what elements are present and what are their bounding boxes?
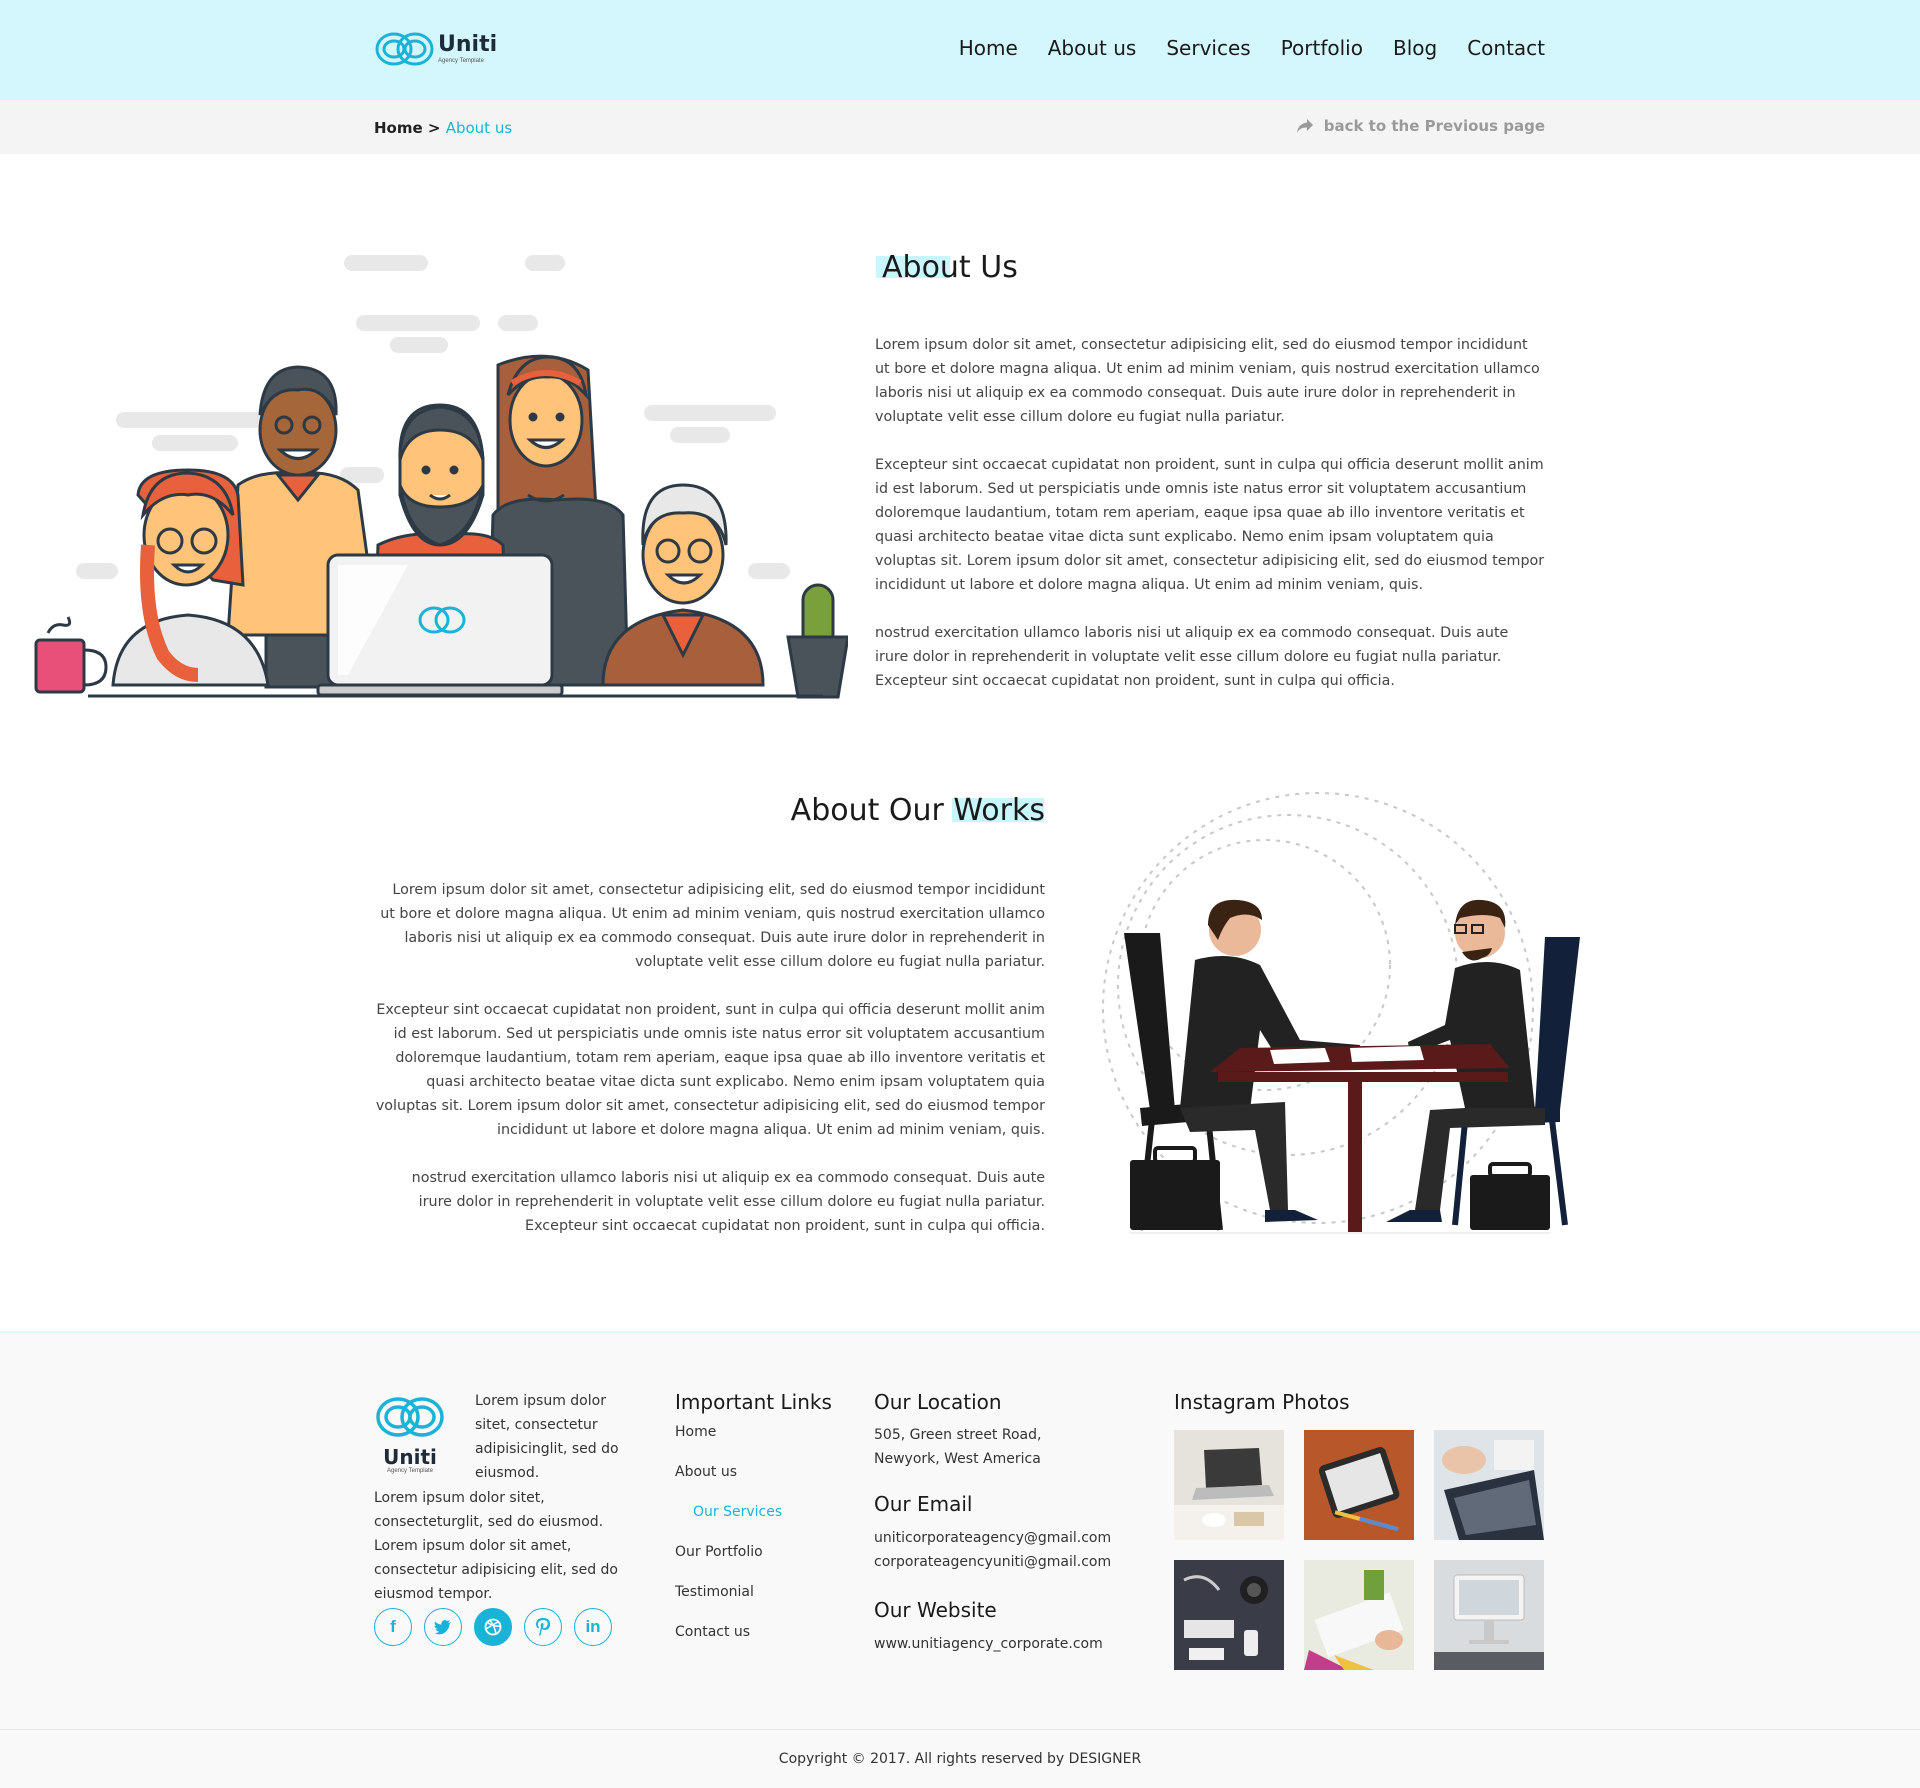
brand-tagline: Agency Template <box>438 58 484 64</box>
footer-link-home[interactable]: Home <box>675 1424 716 1440</box>
back-link[interactable]: back to the Previous page <box>1296 117 1545 135</box>
main-nav: Home About us Services Portfolio Blog Co… <box>929 36 1545 60</box>
instagram-photo[interactable] <box>1174 1560 1284 1670</box>
footer-link-about[interactable]: About us <box>675 1464 737 1480</box>
team-illustration <box>34 255 848 699</box>
pinterest-icon[interactable] <box>524 1608 562 1646</box>
copyright: Copyright © 2017. All rights reserved by… <box>0 1729 1920 1788</box>
footer-link-services[interactable]: Our Services <box>693 1504 782 1520</box>
location-text: 505, Green street Road, Newyork, West Am… <box>874 1427 1042 1467</box>
breadcrumb-current: About us <box>445 119 513 137</box>
instagram-photo[interactable] <box>1434 1560 1544 1670</box>
nav-portfolio[interactable]: Portfolio <box>1281 36 1363 60</box>
twitter-icon[interactable] <box>424 1608 462 1646</box>
nav-contact[interactable]: Contact <box>1467 36 1545 60</box>
linkedin-icon[interactable]: in <box>574 1608 612 1646</box>
instagram-photo[interactable] <box>1434 1430 1544 1540</box>
email-list: uniticorporateagency@gmail.com corporate… <box>874 1526 1134 1574</box>
share-arrow-icon <box>1296 119 1313 133</box>
footer-about-long: Lorem ipsum dolor sitet, consecteturglit… <box>374 1490 619 1602</box>
about-paragraph: Excepteur sint occaecat cupidatat non pr… <box>875 457 1545 593</box>
footer-about-short: Lorem ipsum dolor sitet, consectetur adi… <box>475 1393 619 1481</box>
social-links: f in <box>374 1608 624 1646</box>
email-link[interactable]: uniticorporateagency@gmail.com <box>874 1530 1111 1546</box>
about-paragraph: nostrud exercitation ullamco laboris nis… <box>875 625 1509 689</box>
uniti-logo-icon <box>376 1397 444 1437</box>
breadcrumb: Home > About us <box>374 119 512 137</box>
about-title: About Us <box>882 250 1018 285</box>
email-title: Our Email <box>874 1492 973 1516</box>
instagram-photo[interactable] <box>1304 1430 1414 1540</box>
breadcrumb-separator: > <box>427 119 441 137</box>
nav-services[interactable]: Services <box>1166 36 1250 60</box>
works-paragraph: nostrud exercitation ullamco laboris nis… <box>411 1170 1045 1234</box>
instagram-photo[interactable] <box>1174 1430 1284 1540</box>
works-title: About Our Works <box>790 793 1045 828</box>
works-paragraph: Lorem ipsum dolor sit amet, consectetur … <box>380 882 1045 970</box>
facebook-icon[interactable]: f <box>374 1608 412 1646</box>
nav-about[interactable]: About us <box>1048 36 1137 60</box>
footer-link-contact[interactable]: Contact us <box>675 1624 750 1640</box>
website-link[interactable]: www.unitiagency_corporate.com <box>874 1636 1103 1652</box>
nav-blog[interactable]: Blog <box>1393 36 1437 60</box>
footer-link-testimonial[interactable]: Testimonial <box>675 1584 754 1600</box>
brand-name: Uniti <box>438 32 498 57</box>
footer-brand-name: Uniti <box>383 1445 437 1469</box>
website-text: www.unitiagency_corporate.com <box>874 1632 1134 1656</box>
works-text: Lorem ipsum dolor sit amet, consectetur … <box>375 878 1045 1262</box>
site-header: Uniti Agency Template Home About us Serv… <box>0 0 1920 100</box>
email-link[interactable]: corporateagencyuniti@gmail.com <box>874 1554 1111 1570</box>
nav-home[interactable]: Home <box>954 36 1018 60</box>
location-title: Our Location <box>874 1390 1002 1414</box>
footer-logo[interactable]: Uniti Agency Template <box>374 1393 446 1474</box>
instagram-photo[interactable] <box>1304 1560 1414 1670</box>
instagram-title: Instagram Photos <box>1174 1390 1350 1414</box>
dribbble-icon[interactable] <box>474 1608 512 1646</box>
works-paragraph: Excepteur sint occaecat cupidatat non pr… <box>375 1002 1045 1138</box>
about-paragraph: Lorem ipsum dolor sit amet, consectetur … <box>875 337 1540 425</box>
website-title: Our Website <box>874 1598 997 1622</box>
brand-logo[interactable]: Uniti Agency Template <box>374 28 497 70</box>
uniti-logo-icon <box>375 32 434 66</box>
meeting-illustration <box>1102 792 1580 1234</box>
about-text: Lorem ipsum dolor sit amet, consectetur … <box>875 333 1545 717</box>
breadcrumb-bar: Home > About us back to the Previous pag… <box>0 100 1920 154</box>
breadcrumb-home[interactable]: Home <box>374 119 423 137</box>
links-title: Important Links <box>675 1390 832 1414</box>
footer-link-portfolio[interactable]: Our Portfolio <box>675 1544 763 1560</box>
important-links: Home About us Our Services Our Portfolio… <box>675 1424 782 1664</box>
instagram-grid <box>1174 1430 1544 1670</box>
